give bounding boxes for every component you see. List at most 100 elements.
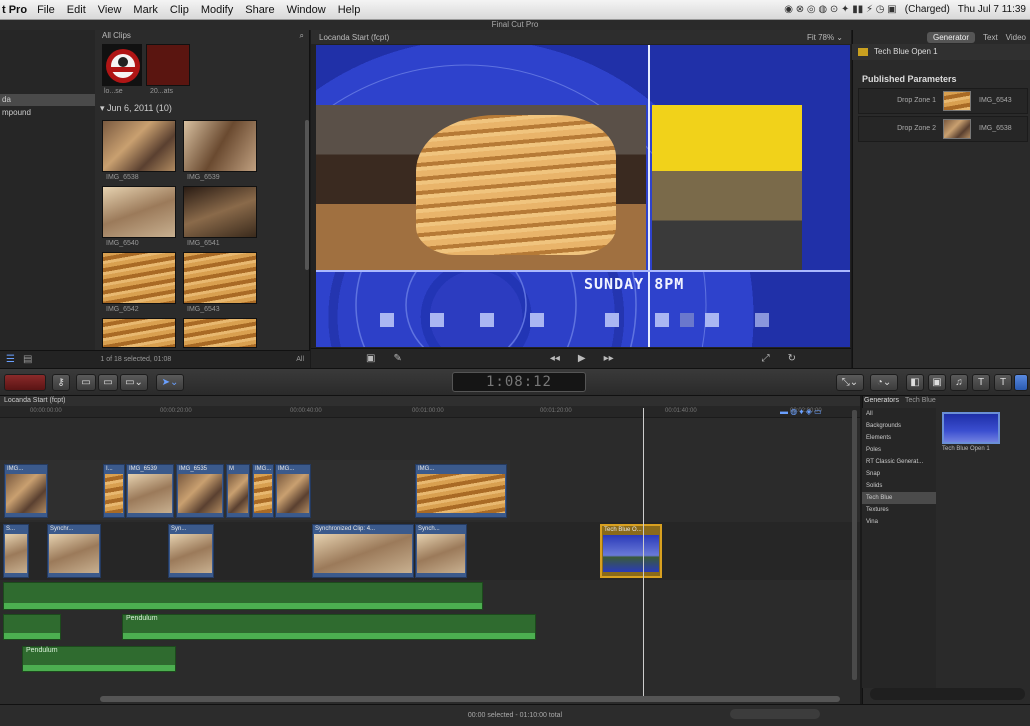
zoom-slider[interactable]	[730, 709, 820, 719]
menu-modify[interactable]: Modify	[201, 4, 233, 16]
connected-clip[interactable]: IMG...	[252, 464, 274, 518]
insert-clip-icon[interactable]: ▭	[98, 374, 118, 391]
keyword-icon[interactable]: ⚷	[52, 374, 70, 391]
category-item[interactable]: Textures	[862, 504, 936, 516]
append-clip-icon[interactable]: ▭⌄	[120, 374, 148, 391]
clip-thumbnail[interactable]	[102, 120, 176, 172]
generator-thumbnail[interactable]	[942, 412, 1000, 444]
prev-edit-icon[interactable]: ◂◂	[550, 353, 560, 364]
category-item[interactable]: All	[862, 408, 936, 420]
timeline-vertical-scrollbar[interactable]	[852, 410, 857, 680]
generators-search-input[interactable]	[870, 688, 1025, 700]
generator-clip[interactable]: Tech Blue O...	[600, 524, 662, 578]
library-row[interactable]: mpound	[0, 107, 95, 119]
clip-filter[interactable]: All	[296, 356, 304, 363]
clip-thumbnail[interactable]	[183, 318, 257, 348]
clock[interactable]: Thu Jul 7 11:39	[958, 4, 1026, 15]
transform-tool-icon[interactable]: ⤡⌄	[836, 374, 864, 391]
connected-clip[interactable]: IMG_6539	[126, 464, 174, 518]
skimming-icon[interactable]: ▬ ◍ ♦ ◈ ▭	[780, 407, 822, 416]
drop-zone-1[interactable]: Drop Zone 1 IMG_6543	[858, 88, 1028, 114]
zoom-menu[interactable]: Fit 78% ⌄	[807, 33, 843, 42]
menu-share[interactable]: Share	[245, 4, 274, 16]
tab-generator[interactable]: Generator	[926, 31, 975, 43]
drop-zone-thumbnail[interactable]	[943, 91, 971, 111]
library-row[interactable]: da	[0, 94, 95, 106]
app-menu[interactable]: t Pro	[2, 4, 27, 16]
drop-zone-2[interactable]: Drop Zone 2 IMG_6538	[858, 116, 1028, 142]
search-icon[interactable]: ⌕	[300, 30, 304, 42]
battery-status[interactable]: (Charged)	[905, 4, 950, 15]
browser-scrollbar[interactable]	[305, 120, 309, 270]
connect-clip-icon[interactable]: ▭	[76, 374, 96, 391]
next-edit-icon[interactable]: ▸▸	[604, 353, 614, 364]
generators-title[interactable]: Generators	[864, 397, 899, 404]
enhance-icon[interactable]: ✎	[393, 353, 401, 364]
connected-clip[interactable]: IMG...	[275, 464, 311, 518]
connected-clip[interactable]: IMG...	[415, 464, 507, 518]
category-item-selected[interactable]: Tech Blue	[862, 492, 936, 504]
menu-edit[interactable]: Edit	[67, 4, 86, 16]
primary-clip[interactable]: Synch...	[415, 524, 467, 578]
loop-icon[interactable]: ↻	[788, 353, 796, 364]
timecode-display[interactable]: 1:08:12	[452, 372, 586, 392]
date-group-header[interactable]: ▾ Jun 6, 2011 (10)	[100, 102, 300, 114]
clip-thumbnail[interactable]	[183, 120, 257, 172]
play-icon[interactable]: ▶	[578, 353, 586, 364]
photos-icon[interactable]: ▣	[928, 374, 946, 391]
color-board-icon[interactable]: ◔⌄	[870, 374, 898, 391]
clip-thumbnail[interactable]	[183, 186, 257, 238]
clip-thumbnail[interactable]	[183, 252, 257, 304]
menu-mark[interactable]: Mark	[133, 4, 157, 16]
drop-zone-thumbnail[interactable]	[943, 119, 971, 139]
playhead[interactable]	[643, 408, 644, 698]
primary-clip[interactable]: S...	[3, 524, 29, 578]
category-item[interactable]: Poles	[862, 444, 936, 456]
category-item[interactable]: Snap	[862, 468, 936, 480]
status-tray-icons[interactable]: ◉ ⊗ ◎ ◍ ⊙ ✦ ▮▮ ⚡ ◷ ▣	[784, 4, 897, 15]
tab-text[interactable]: Text	[983, 33, 998, 42]
timeline-horizontal-scrollbar[interactable]	[100, 696, 840, 702]
clip-thumbnail[interactable]	[146, 44, 190, 86]
category-item[interactable]: Elements	[862, 432, 936, 444]
clip-thumbnail[interactable]	[102, 318, 176, 348]
primary-clip[interactable]: Synchronized Clip: 4...	[312, 524, 414, 578]
generators-icon[interactable]	[1014, 374, 1028, 391]
category-item[interactable]: Backgrounds	[862, 420, 936, 432]
category-item[interactable]: RT Classic Generat...	[862, 456, 936, 468]
view-options-icon[interactable]: ▣	[366, 353, 375, 364]
list-view-icon[interactable]: ☰	[6, 354, 15, 365]
primary-clip[interactable]: Synchr...	[47, 524, 101, 578]
menu-file[interactable]: File	[37, 4, 55, 16]
primary-clip[interactable]: Syn...	[168, 524, 214, 578]
music-icon[interactable]: ♫	[950, 374, 968, 391]
menu-view[interactable]: View	[98, 4, 122, 16]
select-tool-icon[interactable]: ➤⌄	[156, 374, 184, 391]
menu-clip[interactable]: Clip	[170, 4, 189, 16]
connected-clip[interactable]: I...	[103, 464, 125, 518]
connected-clip[interactable]: IMG_6535	[176, 464, 224, 518]
menu-window[interactable]: Window	[287, 4, 326, 16]
titles-icon[interactable]: T	[972, 374, 990, 391]
audio-clip[interactable]	[3, 582, 483, 610]
connected-clip[interactable]: M	[226, 464, 250, 518]
record-voiceover-button[interactable]	[4, 374, 46, 391]
tab-video[interactable]: Video	[1006, 33, 1026, 42]
audio-clip[interactable]	[3, 614, 61, 640]
category-item[interactable]: Vina	[862, 516, 936, 528]
logo-thumbnail[interactable]	[102, 44, 142, 86]
clip-thumbnail[interactable]	[102, 186, 176, 238]
themes-icon[interactable]: T	[994, 374, 1012, 391]
connected-clip[interactable]: IMG...	[4, 464, 48, 518]
menu-help[interactable]: Help	[338, 4, 361, 16]
browser-filter-label[interactable]: All Clips	[102, 30, 131, 42]
effects-icon[interactable]: ◧	[906, 374, 924, 391]
filmstrip-view-icon[interactable]: ▤	[23, 354, 32, 365]
clip-thumbnail[interactable]	[102, 252, 176, 304]
audio-clip[interactable]: Pendulum	[22, 646, 176, 672]
audio-clip[interactable]: Pendulum	[122, 614, 536, 640]
video-frame[interactable]: SUNDAY 8PM	[316, 45, 850, 347]
category-item[interactable]: Solids	[862, 480, 936, 492]
timeline-ruler[interactable]: 00:00:00:00 00:00:20:00 00:00:40:00 00:0…	[0, 406, 860, 418]
fullscreen-icon[interactable]: ⤢	[762, 353, 770, 364]
